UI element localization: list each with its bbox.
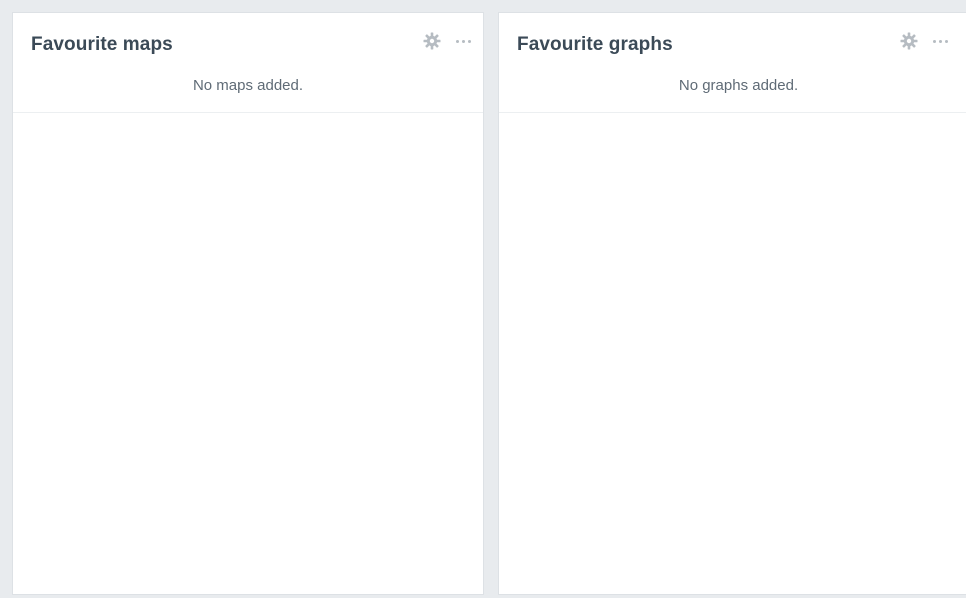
gear-icon[interactable] [899,31,919,51]
widget-title: Favourite maps [31,34,173,55]
widget-header: Favourite maps [13,13,483,69]
gear-icon-graphic [900,32,918,50]
dot [939,39,942,43]
dot [456,39,459,43]
gear-icon-graphic [423,32,441,50]
widget-actions [899,31,948,51]
dot [945,39,948,43]
favourite-graphs-widget: Favourite graphs No graphs added. [498,12,966,595]
dashboard: Favourite maps No maps added. Favourite … [0,0,966,598]
widget-title: Favourite graphs [517,34,673,55]
widget-header: Favourite graphs [499,13,966,69]
widget-actions [422,31,471,51]
favourite-maps-widget: Favourite maps No maps added. [12,12,484,595]
gear-icon[interactable] [422,31,442,51]
dot [462,39,465,43]
dot [468,39,471,43]
dot [933,39,936,43]
more-horizontal-icon[interactable] [933,31,948,51]
more-horizontal-icon[interactable] [456,31,471,51]
